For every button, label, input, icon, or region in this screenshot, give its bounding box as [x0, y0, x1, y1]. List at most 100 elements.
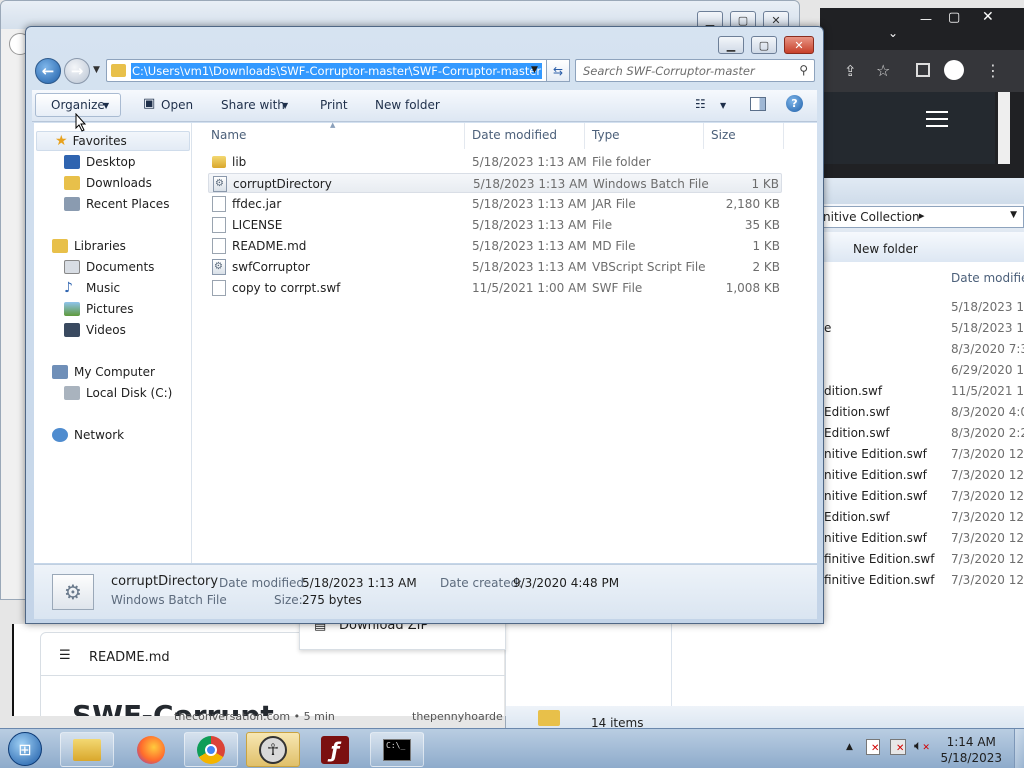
chrome-minimize-button[interactable]: —	[920, 12, 932, 26]
show-desktop-button[interactable]	[1014, 729, 1024, 768]
maximize-button[interactable]: ▢	[751, 36, 777, 54]
tray-chevron-icon[interactable]: ▲	[846, 742, 853, 752]
nav-my-computer[interactable]: My Computer	[34, 362, 190, 382]
nav-videos[interactable]: Videos	[34, 320, 190, 340]
bg-file-name[interactable]: dition.swf	[824, 384, 882, 398]
bg-file-date: 8/3/2020 7:31	[951, 342, 1024, 356]
preview-pane-icon[interactable]	[750, 97, 766, 111]
system-clock[interactable]: 1:14 AM 5/18/2023	[940, 734, 1002, 766]
documents-icon	[64, 260, 80, 274]
bg-breadcrumb[interactable]: nitive Collection ▸ ▼	[818, 206, 1024, 228]
file-row[interactable]: ⚙ swfCorruptor 5/18/2023 1:13 AM VBScript S…	[208, 257, 782, 277]
nav-desktop[interactable]: Desktop	[34, 152, 190, 172]
star-icon[interactable]: ☆	[876, 61, 890, 80]
open-button[interactable]: Open	[161, 98, 193, 112]
organize-label: Organize	[51, 98, 105, 112]
share-icon[interactable]: ⇪	[844, 62, 857, 80]
nav-local-disk[interactable]: Local Disk (C:)	[34, 383, 190, 403]
file-row[interactable]: README.md 5/18/2023 1:13 AM MD File 1 KB	[208, 236, 782, 256]
address-dropdown-icon[interactable]: ▼	[531, 65, 538, 75]
nav-videos-label: Videos	[86, 323, 126, 337]
file-row[interactable]: ⚙ corruptDirectory 5/18/2023 1:13 AM Window…	[208, 173, 782, 193]
readme-label[interactable]: README.md	[89, 650, 170, 665]
close-button[interactable]: ✕	[784, 36, 814, 54]
col-name[interactable]: Name	[211, 128, 246, 142]
search-input[interactable]: Search SWF-Corruptor-master ⚲	[575, 59, 815, 82]
pictures-icon	[64, 302, 80, 316]
bg-file-date: 7/3/2020 12:33	[951, 552, 1024, 566]
hamburger-menu-icon[interactable]	[926, 111, 948, 127]
bg-file-name[interactable]: nitive Edition.swf	[824, 531, 927, 545]
col-date-modified[interactable]: Date modified	[472, 128, 557, 142]
taskbar-chrome[interactable]	[184, 732, 238, 767]
forward-button[interactable]: →	[64, 58, 90, 84]
bg-file-name[interactable]: Edition.swf	[824, 426, 890, 440]
chrome-close-button[interactable]: ✕	[982, 9, 994, 25]
nav-libraries[interactable]: Libraries	[34, 236, 190, 256]
bg-file-name[interactable]: finitive Edition.swf	[824, 573, 934, 587]
taskbar-game[interactable]: ☥	[246, 732, 300, 767]
bg-file-date: 7/3/2020 12:50	[951, 510, 1024, 524]
nav-local-disk-label: Local Disk (C:)	[86, 386, 173, 400]
taskbar-cmd[interactable]: C:\_	[370, 732, 424, 767]
bg-file-name[interactable]: nitive Edition.swf	[824, 489, 927, 503]
bg-file-name[interactable]: nitive Edition.swf	[824, 447, 927, 461]
recent-pages-chevron-icon[interactable]: ▼	[93, 65, 100, 75]
nav-recent-places[interactable]: Recent Places	[34, 194, 190, 214]
nav-favorites[interactable]: ★ Favorites	[36, 131, 190, 151]
file-type: VBScript Script File	[592, 260, 706, 274]
nav-network[interactable]: Network	[34, 425, 190, 445]
bg-new-folder-button[interactable]: New folder	[853, 242, 918, 256]
nav-music[interactable]: ♪ Music	[34, 278, 190, 298]
nav-downloads[interactable]: Downloads	[34, 173, 190, 193]
search-icon[interactable]: ⚲	[799, 63, 808, 77]
chrome-maximize-button[interactable]: ▢	[948, 10, 960, 25]
batch-file-icon: ⚙	[213, 176, 227, 192]
chevron-down-icon[interactable]: ⌄	[888, 26, 898, 40]
view-chevron-icon[interactable]: ▼	[720, 101, 726, 110]
address-bar[interactable]: C:\Users\vm1\Downloads\SWF-Corruptor-mas…	[106, 59, 570, 82]
nav-music-label: Music	[86, 281, 121, 295]
print-button[interactable]: Print	[320, 98, 348, 112]
file-type: Windows Batch File	[593, 177, 709, 191]
sidebar-icon[interactable]	[916, 63, 930, 77]
view-options-icon[interactable]: ☷	[695, 97, 706, 111]
nav-documents[interactable]: Documents	[34, 257, 190, 277]
action-center-flag-icon[interactable]: ✕	[866, 739, 880, 755]
network-tray-icon[interactable]: ✕	[890, 739, 906, 755]
link-1[interactable]: theconversation.com • 5 min	[174, 710, 335, 723]
minimize-button[interactable]: ▁	[718, 36, 744, 54]
file-size: 1 KB	[752, 239, 780, 253]
address-text[interactable]: C:\Users\vm1\Downloads\SWF-Corruptor-mas…	[131, 63, 543, 79]
file-row[interactable]: LICENSE 5/18/2023 1:13 AM File 35 KB	[208, 215, 782, 235]
taskbar-flash[interactable]: ƒ	[308, 732, 362, 767]
bg-file-name[interactable]: e	[824, 321, 831, 335]
bg-file-name[interactable]: nitive Edition.swf	[824, 468, 927, 482]
nav-pictures[interactable]: Pictures	[34, 299, 190, 319]
share-with-button[interactable]: Share with	[221, 98, 285, 112]
bg-file-name[interactable]: Edition.swf	[824, 405, 890, 419]
link-2[interactable]: thepennyhoarde	[412, 710, 503, 723]
taskbar-firefox[interactable]	[124, 732, 178, 767]
file-name: README.md	[232, 239, 307, 253]
refresh-icon[interactable]: ⇆	[546, 59, 570, 82]
help-icon[interactable]: ?	[786, 95, 803, 112]
list-icon: ☰	[59, 648, 71, 663]
back-button[interactable]: ←	[35, 58, 61, 84]
file-size: 1 KB	[751, 177, 779, 191]
volume-icon[interactable]: 🔈︎✕	[914, 738, 930, 754]
bg-file-name[interactable]: finitive Edition.swf	[824, 552, 934, 566]
clock-date: 5/18/2023	[940, 751, 1002, 765]
flash-icon: ƒ	[321, 735, 349, 764]
file-row[interactable]: copy to corrpt.swf 11/5/2021 1:00 AM SWF F…	[208, 278, 782, 298]
more-menu-icon[interactable]: ⋮	[985, 61, 1001, 80]
file-row[interactable]: ffdec.jar 5/18/2023 1:13 AM JAR File 2,180 …	[208, 194, 782, 214]
profile-icon[interactable]	[944, 60, 964, 80]
col-size[interactable]: Size	[711, 128, 736, 142]
file-row[interactable]: lib 5/18/2023 1:13 AM File folder	[208, 152, 782, 172]
start-button[interactable]: ⊞	[4, 729, 46, 768]
col-type[interactable]: Type	[592, 128, 620, 142]
taskbar-explorer[interactable]	[60, 732, 114, 767]
new-folder-button[interactable]: New folder	[375, 98, 440, 112]
bg-file-name[interactable]: Edition.swf	[824, 510, 890, 524]
